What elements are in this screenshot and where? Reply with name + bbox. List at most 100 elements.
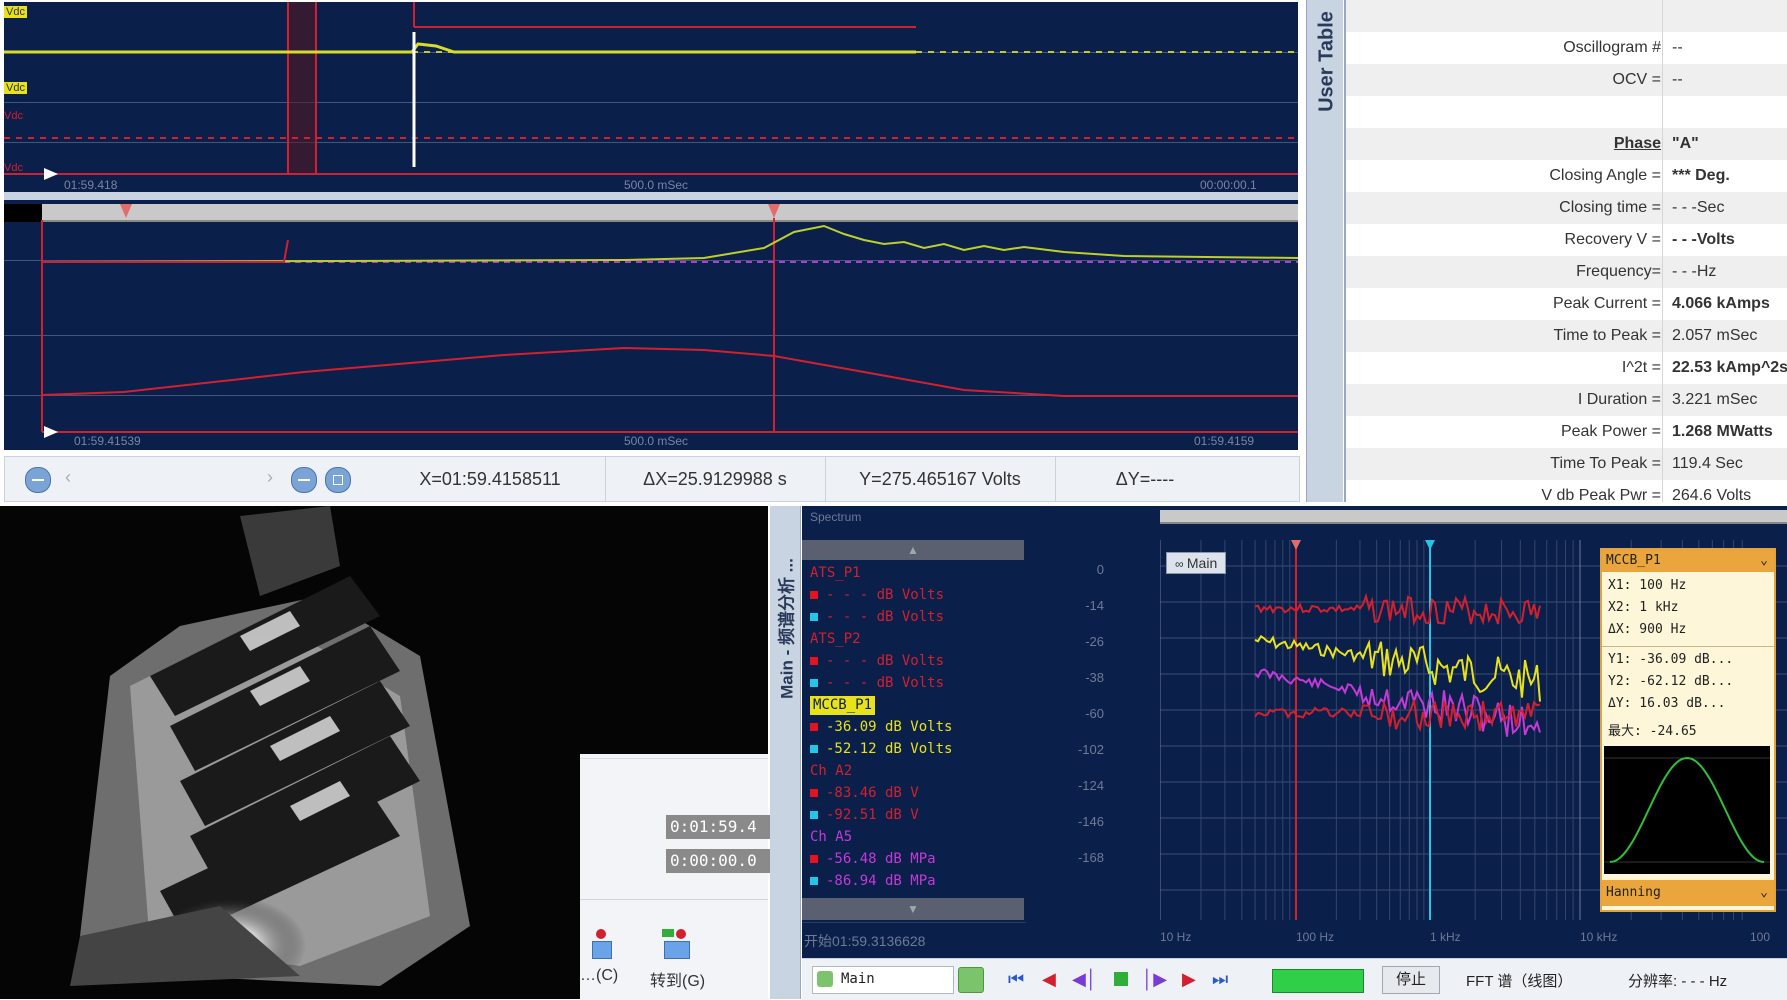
row-divider [1662, 224, 1663, 256]
series-marker-icon [810, 591, 818, 599]
legend-channel-name[interactable]: Ch A5 [810, 828, 852, 847]
legend-text: Ch A5 [810, 829, 853, 845]
row-value[interactable] [1672, 96, 1787, 128]
row-value[interactable]: 4.066 kAmps [1672, 288, 1787, 320]
row-label: Time to Peak = [1553, 327, 1661, 344]
row-value[interactable]: 264.6 Volts [1672, 480, 1787, 502]
row-value[interactable]: - - -Volts [1672, 224, 1787, 256]
row-value[interactable] [1672, 0, 1787, 32]
row-value[interactable]: - - -Hz [1672, 256, 1787, 288]
scope-divider[interactable] [4, 192, 1298, 200]
legend-text: - - - dB Volts [826, 587, 945, 603]
user-table-row: Time to Peak = 2.057 mSec [1346, 320, 1787, 353]
fft-cursor-track[interactable] [1160, 510, 1787, 524]
row-value[interactable]: -- [1672, 32, 1787, 64]
legend-text: -36.09 dB Volts [826, 719, 953, 735]
fft-x-axis: 10 Hz 100 Hz 1 kHz 10 kHz 100 [1160, 922, 1787, 958]
cursor-box-title: MCCB_P1 ⌄ [1602, 550, 1774, 572]
user-table-tab[interactable]: User Table [1306, 0, 1343, 502]
last-frame-button[interactable]: ⏭ [1212, 969, 1228, 990]
marker-button[interactable]: …(C) [580, 929, 640, 989]
marker-icon [590, 929, 612, 959]
first-frame-button[interactable]: ⏮ [1008, 969, 1024, 990]
goto-icon [662, 929, 692, 959]
row-value[interactable]: 22.53 kAmp^2sec [1672, 352, 1787, 384]
top-scope-plot[interactable]: Vdc Vdc Vdc Vdc 01:59.418 500.0 mSec 00:… [4, 2, 1298, 192]
legend-value: -86.94 dB MPa [810, 872, 936, 891]
plus-icon [298, 479, 310, 481]
hanning-window-curve [1604, 756, 1770, 863]
legend-channel-name[interactable]: ATS_P2 [810, 630, 861, 649]
time-display-1: 0:01:59.4 [666, 815, 770, 839]
link-icon: ∞ [1175, 557, 1187, 571]
step-back-button[interactable]: ◀│ [1072, 969, 1097, 990]
main-scope-plot[interactable]: 01:59.41539 500.0 mSec 01:59.4159 [4, 200, 1298, 450]
row-value[interactable]: -- [1672, 64, 1787, 96]
row-value[interactable]: 2.057 mSec [1672, 320, 1787, 352]
cursor-x2: X2: 1 kHz [1608, 600, 1679, 615]
row-label: OCV = [1612, 71, 1661, 88]
user-table-row: V db Peak Pwr = 264.6 Volts [1346, 480, 1787, 502]
legend-value: -52.12 dB Volts [810, 740, 952, 759]
fft-mode-label[interactable]: FFT 谱（线图） [1466, 970, 1572, 991]
goto-button-label: 转到(G) [650, 973, 706, 990]
time-display-2: 0:00:00.0 [666, 849, 770, 873]
y-tick-label: -146 [1077, 814, 1104, 829]
legend-channel-name[interactable]: Ch A2 [810, 762, 852, 781]
x-readout: X=01:59.4158511 [375, 457, 606, 501]
top-scope-traces [4, 2, 1298, 180]
camera-image [70, 506, 470, 986]
legend-text: -52.12 dB Volts [826, 741, 953, 757]
fft-y-axis: 0 -14 -26 -38 -60 -102 -124 -146 -168 [1024, 540, 1124, 930]
window-type-select[interactable]: Hanning ⌄ [1602, 880, 1774, 906]
source-select[interactable]: Main [812, 966, 954, 994]
legend-value: - - - dB Volts [810, 674, 944, 693]
row-value[interactable]: - - -Sec [1672, 192, 1787, 224]
row-value[interactable]: 119.4 Sec [1672, 448, 1787, 480]
stop-square-button[interactable] [1114, 972, 1128, 986]
fft-side-tab[interactable]: Main - 频谱分析 ... [770, 506, 801, 999]
row-value[interactable]: *** Deg. [1672, 160, 1787, 192]
row-value[interactable]: "A" [1672, 128, 1787, 160]
row-value[interactable]: 1.268 MWatts [1672, 416, 1787, 448]
channel-legend[interactable]: ▲ ATS_P1 - - - dB Volts - - - dB Volts ATS_… [802, 540, 1024, 920]
fft-plot[interactable]: ∞ Main MCCB_P1 ⌄ X1: 100 Hz X2: 1 kHz ΔX… [1159, 538, 1787, 920]
user-table-row: I Duration = 3.221 mSec [1346, 384, 1787, 417]
video-controls: 0:01:59.4 0:00:00.0 …(C) 转到(G) [580, 758, 770, 1000]
progress-bar [1272, 969, 1364, 993]
step-forward-button[interactable]: │▶ [1142, 969, 1167, 990]
user-table-tab-label: User Table [1315, 11, 1338, 112]
next-frame-button[interactable]: ▶ [1182, 969, 1196, 990]
dropdown-icon[interactable]: ⌄ [1760, 550, 1768, 572]
series-marker-icon [810, 657, 818, 665]
y-tick-label: 0 [1096, 562, 1104, 577]
zoom-in-button[interactable] [291, 467, 317, 493]
cursor-dy: ΔY: 16.03 dB... [1608, 696, 1726, 711]
legend-text: - - - dB Volts [826, 609, 945, 625]
cursor-info-box: MCCB_P1 ⌄ X1: 100 Hz X2: 1 kHz ΔX: 900 H… [1600, 548, 1776, 912]
legend-channel-name[interactable]: MCCB_P1 [810, 696, 876, 715]
zoom-out-button[interactable] [25, 467, 51, 493]
x-tick-label: 10 Hz [1160, 930, 1192, 944]
cursor-y1: Y1: -36.09 dB... [1608, 652, 1734, 667]
legend-scroll-up[interactable]: ▲ [802, 540, 1024, 560]
main-badge[interactable]: ∞ Main [1166, 552, 1227, 574]
legend-value: -92.51 dB V [810, 806, 919, 825]
apply-source-button[interactable] [958, 967, 984, 993]
zoom-fit-button[interactable] [325, 467, 351, 493]
scroll-left-icon[interactable]: ‹ [65, 467, 71, 488]
legend-text: -86.94 dB MPa [826, 873, 936, 889]
prev-frame-button[interactable]: ◀ [1042, 969, 1056, 990]
row-divider [1662, 192, 1663, 224]
row-value[interactable]: 3.221 mSec [1672, 384, 1787, 416]
row-divider [1662, 416, 1663, 448]
legend-text: ATS_P2 [810, 631, 861, 647]
user-table-row: Closing time = - - -Sec [1346, 192, 1787, 225]
main-badge-label: Main [1186, 555, 1218, 571]
scroll-right-icon[interactable]: › [267, 467, 273, 488]
legend-channel-name[interactable]: ATS_P1 [810, 564, 861, 583]
legend-scroll-down[interactable]: ▼ [802, 898, 1024, 920]
goto-button[interactable]: 转到(G) [640, 929, 730, 990]
stop-button[interactable]: 停止 [1382, 966, 1440, 994]
legend-text: -92.51 dB V [826, 807, 919, 823]
